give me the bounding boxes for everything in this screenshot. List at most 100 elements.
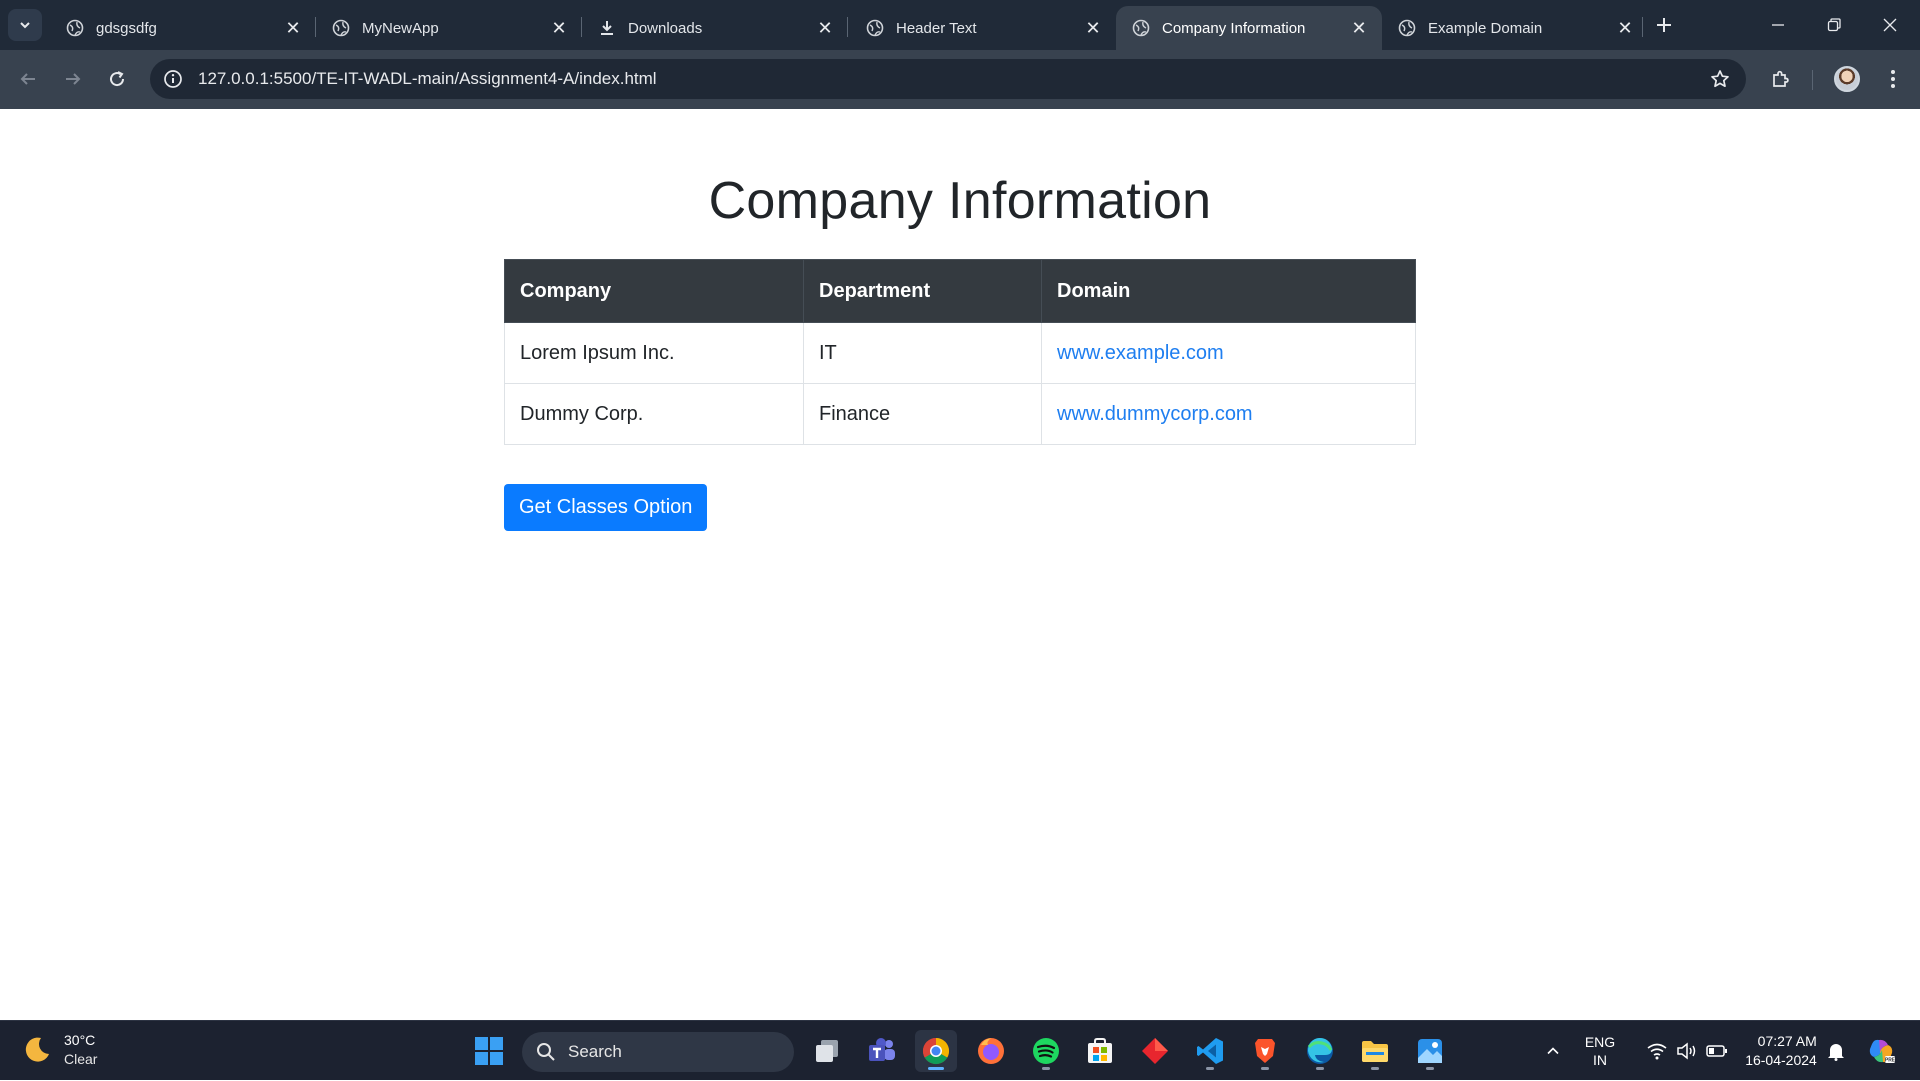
tab-label: Header Text (896, 19, 977, 37)
tab-separator (847, 17, 848, 37)
tab-mynewapp[interactable]: MyNewApp ✕ (316, 6, 582, 50)
domain-link[interactable]: www.example.com (1057, 342, 1224, 364)
department-cell: IT (803, 322, 1042, 384)
reload-button[interactable] (100, 62, 134, 96)
company-cell: Lorem Ipsum Inc. (504, 322, 804, 384)
close-icon[interactable]: ✕ (1082, 17, 1104, 39)
file-explorer-icon (1362, 1041, 1388, 1062)
minimize-button[interactable] (1750, 0, 1806, 50)
vscode-button[interactable] (1189, 1030, 1231, 1072)
tab-label: Company Information (1162, 19, 1306, 37)
get-classes-option-button[interactable]: Get Classes Option (504, 484, 708, 531)
notifications-button[interactable] (1822, 1021, 1850, 1081)
site-info-icon[interactable] (162, 68, 184, 90)
teams-icon (869, 1038, 895, 1061)
running-indicator (1371, 1067, 1379, 1070)
brave-button[interactable] (1244, 1030, 1286, 1072)
teams-button[interactable] (861, 1030, 903, 1072)
taskbar-search[interactable]: Search (522, 1032, 794, 1072)
company-table: Company Department Domain Lorem Ipsum In… (504, 259, 1416, 445)
close-icon[interactable]: ✕ (1614, 17, 1636, 39)
weather-condition: Clear (64, 1051, 98, 1067)
back-button[interactable] (11, 62, 45, 96)
windows-start-button[interactable] (468, 1030, 510, 1072)
company-cell: Dummy Corp. (504, 383, 804, 445)
avatar (1834, 66, 1860, 92)
menu-button[interactable] (1876, 62, 1910, 96)
forward-button[interactable] (56, 62, 90, 96)
tab-strip: gdsgsdfg ✕ MyNewApp ✕ Downloads ✕ Header… (0, 0, 1920, 50)
chevron-up-icon (1547, 1047, 1559, 1055)
close-icon (1883, 18, 1897, 32)
tab-gdsgsdfg[interactable]: gdsgsdfg ✕ (50, 6, 316, 50)
firefox-button[interactable] (970, 1030, 1012, 1072)
restore-button[interactable] (1806, 0, 1862, 50)
microsoft-store-button[interactable] (1079, 1030, 1121, 1072)
address-bar[interactable]: 127.0.0.1:5500/TE-IT-WADL-main/Assignmen… (150, 59, 1746, 99)
close-icon[interactable]: ✕ (548, 17, 570, 39)
page-content: Company Information Company Department D… (0, 109, 1920, 1020)
firefox-icon (978, 1038, 1004, 1064)
language-code: ENG (1584, 1034, 1616, 1050)
svg-text:PRE: PRE (1885, 1058, 1896, 1064)
table-row: Lorem Ipsum Inc. IT www.example.com (504, 322, 1416, 384)
column-header-company: Company (504, 259, 804, 323)
table-row: Dummy Corp. Finance www.dummycorp.com (504, 383, 1416, 445)
tab-label: MyNewApp (362, 19, 439, 37)
weather-temperature: 30°C (64, 1032, 96, 1048)
moon-icon (25, 1037, 49, 1062)
edge-button[interactable] (1299, 1030, 1341, 1072)
system-tray-status[interactable] (1632, 1021, 1742, 1081)
show-hidden-icons-button[interactable] (1538, 1021, 1568, 1081)
photos-icon (1418, 1039, 1442, 1063)
globe-icon (1398, 19, 1416, 37)
running-indicator (1261, 1067, 1269, 1070)
spotify-button[interactable] (1025, 1030, 1067, 1072)
tab-search-button[interactable] (8, 9, 42, 41)
department-cell: Finance (803, 383, 1042, 445)
time-text: 07:27 AM (1757, 1033, 1817, 1049)
taskbar: 30°C Clear Search ENG IN 07:27 AM 16-04-… (0, 1020, 1920, 1080)
browser-toolbar: 127.0.0.1:5500/TE-IT-WADL-main/Assignmen… (0, 50, 1920, 109)
file-explorer-button[interactable] (1354, 1030, 1396, 1072)
url-text[interactable]: 127.0.0.1:5500/TE-IT-WADL-main/Assignmen… (198, 69, 1706, 89)
edge-icon (1307, 1037, 1333, 1064)
chrome-icon (922, 1037, 950, 1065)
restore-icon (1827, 18, 1841, 32)
puzzle-icon (1773, 70, 1789, 87)
new-tab-button[interactable] (1649, 10, 1679, 40)
close-icon[interactable]: ✕ (1348, 17, 1370, 39)
chrome-button[interactable] (915, 1030, 957, 1072)
running-indicator (1426, 1067, 1434, 1070)
running-indicator (1206, 1067, 1214, 1070)
close-icon[interactable]: ✕ (282, 17, 304, 39)
language-indicator[interactable]: ENG IN (1576, 1021, 1624, 1081)
date-text: 16-04-2024 (1745, 1052, 1817, 1068)
extensions-button[interactable] (1764, 62, 1798, 96)
photos-button[interactable] (1409, 1030, 1451, 1072)
close-window-button[interactable] (1862, 0, 1918, 50)
tab-example-domain[interactable]: Example Domain ✕ (1382, 6, 1648, 50)
globe-icon (332, 19, 350, 37)
bell-icon (1828, 1044, 1844, 1061)
close-icon[interactable]: ✕ (814, 17, 836, 39)
app-diamond-button[interactable] (1134, 1030, 1176, 1072)
tab-downloads[interactable]: Downloads ✕ (582, 6, 848, 50)
globe-icon (1132, 19, 1150, 37)
wifi-icon (1647, 1043, 1667, 1060)
weather-widget[interactable]: 30°C Clear (22, 1031, 97, 1069)
tab-header-text[interactable]: Header Text ✕ (850, 6, 1116, 50)
tab-company-information[interactable]: Company Information ✕ (1116, 6, 1382, 50)
globe-icon (866, 19, 884, 37)
clock[interactable]: 07:27 AM 16-04-2024 (1736, 1021, 1826, 1081)
tab-label: Example Domain (1428, 19, 1543, 37)
windows-start-icon (475, 1037, 503, 1065)
task-view-button[interactable] (806, 1030, 848, 1072)
domain-link[interactable]: www.dummycorp.com (1057, 403, 1253, 425)
profile-button[interactable] (1830, 62, 1864, 96)
tab-label: gdsgsdfg (96, 19, 157, 37)
bookmark-star-icon[interactable] (1706, 65, 1734, 93)
running-indicator (1316, 1067, 1324, 1070)
copilot-button[interactable]: PRE (1862, 1021, 1900, 1081)
table-header-row: Company Department Domain (504, 259, 1416, 323)
